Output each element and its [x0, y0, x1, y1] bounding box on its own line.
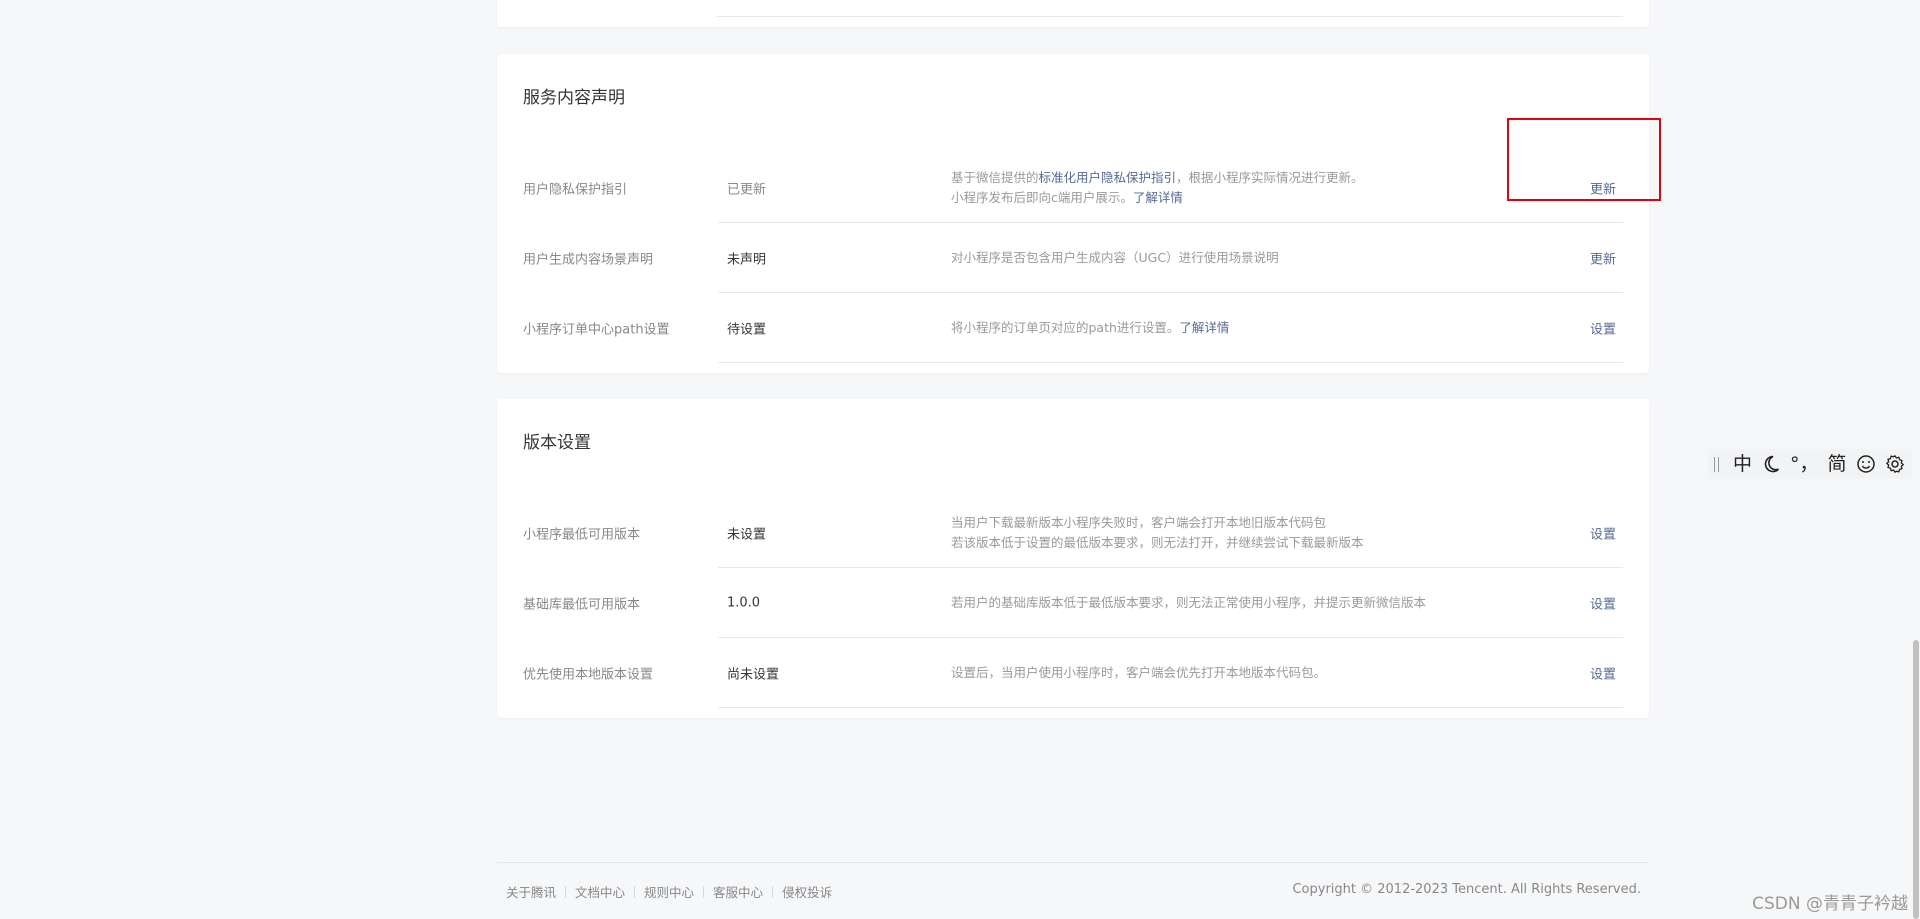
row-description: 当用户下载最新版本小程序失败时，客户端会打开本地旧版本代码包 若该版本低于设置的… — [951, 513, 1471, 553]
footer-separator — [634, 885, 636, 898]
row-description: 设置后，当用户使用小程序时，客户端会优先打开本地版本代码包。 — [951, 663, 1471, 683]
row-label: 优先使用本地版本设置 — [523, 667, 654, 683]
charset-toggle[interactable]: 简 — [1828, 449, 1847, 479]
row-min-base-library-version: 基础库最低可用版本 1.0.0 若用户的基础库版本低于最低版本要求，则无法正常使… — [497, 568, 1649, 638]
footer-link-docs[interactable]: 文档中心 — [575, 882, 625, 901]
row-label: 用户隐私保护指引 — [523, 182, 628, 198]
row-ugc-declaration: 用户生成内容场景声明 未声明 对小程序是否包含用户生成内容（UGC）进行使用场景… — [497, 223, 1649, 293]
watermark: CSDN @青青子衿越 — [1752, 894, 1908, 914]
footer-divider — [497, 862, 1649, 863]
desc-text: 对小程序是否包含用户生成内容（UGC）进行使用场景说明 — [951, 250, 1279, 265]
desc-text: 若该版本低于设置的最低版本要求，则无法打开，并继续尝试下载最新版本 — [951, 535, 1364, 550]
footer-links: 关于腾讯 文档中心 规则中心 客服中心 侵权投诉 — [506, 882, 832, 901]
row-description: 对小程序是否包含用户生成内容（UGC）进行使用场景说明 — [951, 248, 1471, 268]
footer-link-rules[interactable]: 规则中心 — [644, 882, 694, 901]
row-prefer-local-version: 优先使用本地版本设置 尚未设置 设置后，当用户使用小程序时，客户端会优先打开本地… — [497, 638, 1649, 708]
row-status: 待设置 — [727, 322, 767, 338]
ime-mode-toggle[interactable]: 中 — [1733, 449, 1752, 479]
previous-section-card — [497, 0, 1649, 27]
footer-separator — [703, 885, 705, 898]
ime-toolbar: 中 °， 简 — [1708, 449, 1920, 479]
row-divider — [717, 16, 1623, 17]
footer-link-customer-service[interactable]: 客服中心 — [713, 882, 763, 901]
desc-text: 小程序发布后即向c端用户展示。 — [951, 190, 1133, 205]
desc-text: 基于微信提供的 — [951, 170, 1039, 185]
row-privacy-guide: 用户隐私保护指引 已更新 基于微信提供的标准化用户隐私保护指引，根据小程序实际情… — [497, 153, 1649, 223]
row-min-mini-program-version: 小程序最低可用版本 未设置 当用户下载最新版本小程序失败时，客户端会打开本地旧版… — [497, 498, 1649, 568]
row-order-center-path: 小程序订单中心path设置 待设置 将小程序的订单页对应的path进行设置。了解… — [497, 293, 1649, 363]
row-label: 用户生成内容场景声明 — [523, 252, 654, 268]
smiley-icon[interactable] — [1856, 454, 1876, 474]
row-description: 若用户的基础库版本低于最低版本要求，则无法正常使用小程序，并提示更新微信版本 — [951, 593, 1471, 613]
section-title: 服务内容声明 — [523, 88, 625, 108]
update-button[interactable]: 更新 — [1577, 249, 1629, 268]
row-label: 小程序订单中心path设置 — [523, 322, 670, 338]
settings-button[interactable]: 设置 — [1577, 664, 1629, 683]
drag-handle-icon[interactable] — [1714, 456, 1719, 472]
desc-text: 当用户下载最新版本小程序失败时，客户端会打开本地旧版本代码包 — [951, 515, 1327, 530]
section-title: 版本设置 — [523, 433, 591, 453]
punctuation-toggle[interactable]: °， — [1790, 449, 1819, 479]
footer-separator — [772, 885, 774, 898]
version-settings-card: 版本设置 小程序最低可用版本 未设置 当用户下载最新版本小程序失败时，客户端会打… — [497, 399, 1649, 718]
gear-icon[interactable] — [1885, 454, 1905, 474]
row-label: 基础库最低可用版本 — [523, 597, 641, 613]
desc-text: 若用户的基础库版本低于最低版本要求，则无法正常使用小程序，并提示更新微信版本 — [951, 595, 1427, 610]
row-description: 将小程序的订单页对应的path进行设置。了解详情 — [951, 318, 1471, 338]
settings-button[interactable]: 设置 — [1577, 594, 1629, 613]
row-divider — [718, 707, 1623, 708]
desc-text: 将小程序的订单页对应的path进行设置。 — [951, 320, 1180, 335]
row-status: 1.0.0 — [727, 595, 761, 611]
footer-link-about-tencent[interactable]: 关于腾讯 — [506, 882, 556, 901]
row-status: 尚未设置 — [727, 667, 780, 683]
scrollbar-thumb[interactable] — [1913, 640, 1919, 919]
desc-text: 设置后，当用户使用小程序时，客户端会优先打开本地版本代码包。 — [951, 665, 1327, 680]
row-divider — [718, 362, 1623, 363]
row-status: 未设置 — [727, 527, 767, 543]
desc-text: ，根据小程序实际情况进行更新。 — [1176, 170, 1364, 185]
privacy-guide-link[interactable]: 标准化用户隐私保护指引 — [1039, 170, 1177, 185]
footer-link-infringement[interactable]: 侵权投诉 — [782, 882, 832, 901]
footer-separator — [565, 885, 567, 898]
row-status: 已更新 — [727, 182, 767, 198]
copyright-text: Copyright © 2012-2023 Tencent. All Right… — [1292, 882, 1641, 897]
learn-more-link[interactable]: 了解详情 — [1179, 320, 1229, 335]
row-label: 小程序最低可用版本 — [523, 527, 641, 543]
settings-button[interactable]: 设置 — [1577, 524, 1629, 543]
moon-icon[interactable] — [1761, 454, 1781, 474]
settings-button[interactable]: 设置 — [1577, 319, 1629, 338]
row-status: 未声明 — [727, 252, 767, 268]
learn-more-link[interactable]: 了解详情 — [1133, 190, 1183, 205]
service-declaration-card: 服务内容声明 用户隐私保护指引 已更新 基于微信提供的标准化用户隐私保护指引，根… — [497, 54, 1649, 373]
update-button[interactable]: 更新 — [1577, 179, 1629, 198]
row-description: 基于微信提供的标准化用户隐私保护指引，根据小程序实际情况进行更新。 小程序发布后… — [951, 168, 1471, 208]
